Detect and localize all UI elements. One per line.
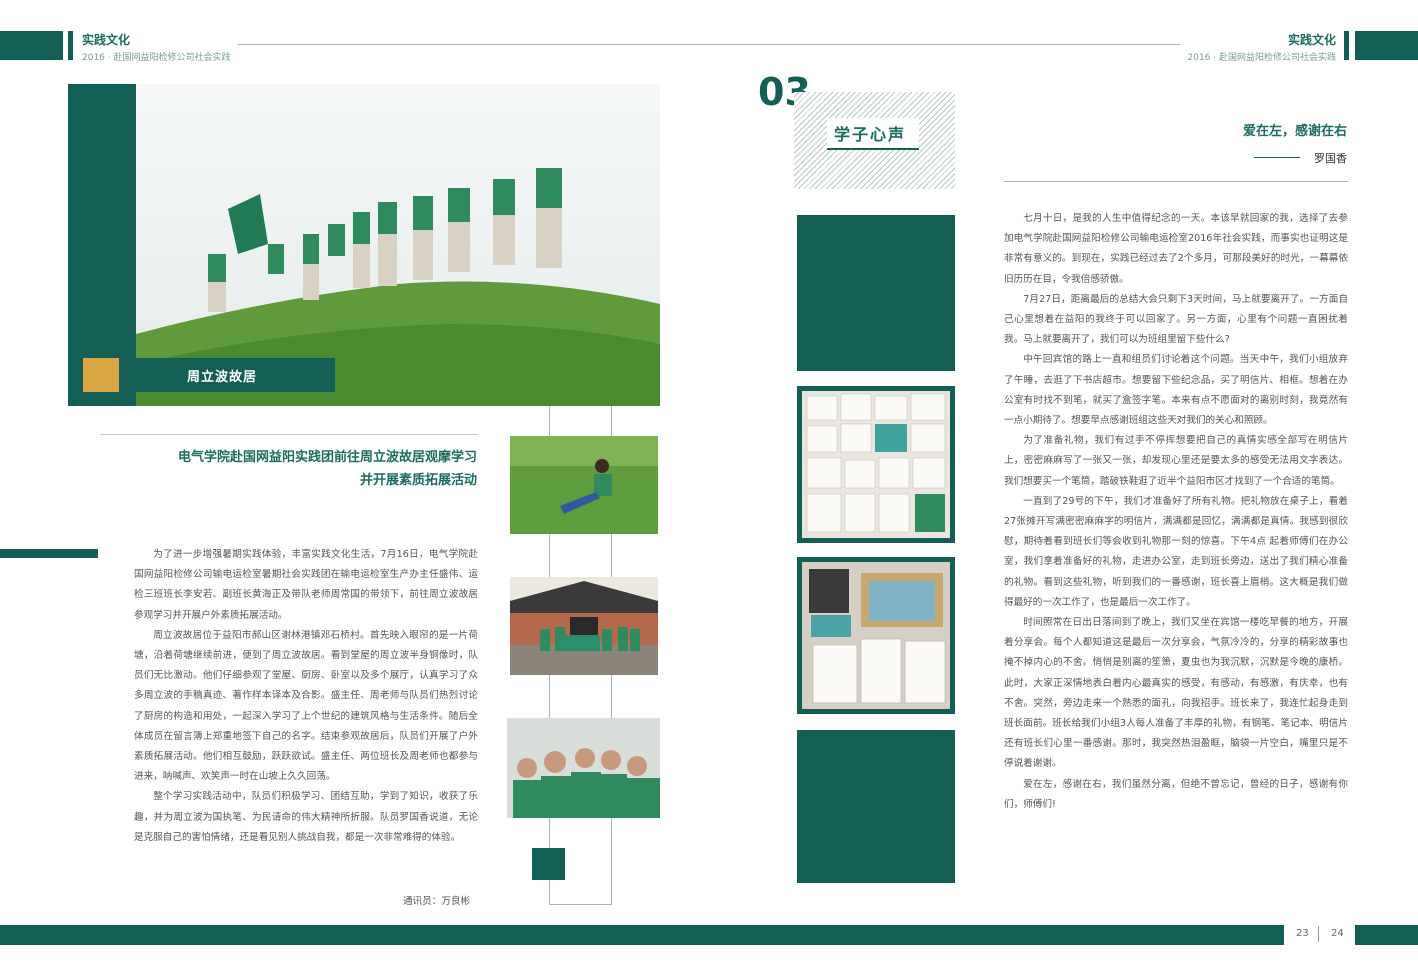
photo-gifts: [797, 557, 955, 714]
header-accent-left: [68, 31, 73, 60]
essay-rule: [1004, 181, 1348, 182]
page-number-right: 24: [1331, 928, 1344, 939]
essay-author: 罗国香: [1314, 152, 1347, 165]
photo-caption: 周立波故居: [187, 370, 258, 385]
section-title-underline: [827, 148, 919, 150]
photo-group-house-illustration: [510, 577, 658, 675]
article-body: 为了进一步增强暑期实践体验，丰富实践文化生活，7月16日，电气学院赴国网益阳检修…: [134, 545, 478, 848]
essay-paragraph: 爱在左，感谢在右，我们虽然分离，但绝不曾忘记，曾经的日子，感谢有你们，师傅们!: [1004, 778, 1348, 810]
essay-body: 七月十日，是我的人生中值得纪念的一天。本该早就回家的我，选择了去参加电气学院赴国…: [1004, 209, 1348, 815]
caption-gold-square: [83, 358, 119, 392]
header-subtitle-left: 2016 · 赴国网益阳检修公司社会实践: [82, 53, 231, 63]
essay-paragraph: 中午回宾馆的路上一直和组员们讨论着这个问题。当天中午，我们小组放弃了午睡，去逛了…: [1004, 354, 1348, 427]
article-title-line1: 电气学院赴国网益阳实践团前往周立波故居观摩学习: [177, 450, 477, 465]
green-block-top: [797, 215, 955, 371]
section-title: 学子心声: [834, 125, 907, 144]
article-paragraph: 为了进一步增强暑期实践体验，丰富实践文化生活，7月16日，电气学院赴国网益阳检修…: [134, 549, 478, 621]
article-paragraph: 周立波故居位于益阳市郝山区谢林港镇邓石桥村。首先映入眼帘的是一片荷塘，沿着荷塘继…: [134, 629, 478, 783]
photo-gifts-illustration: [797, 557, 955, 714]
header-accent-right: [1344, 31, 1349, 60]
connector-line: [549, 904, 612, 905]
header-title-right: 实践文化: [1287, 33, 1336, 47]
footer-bar-left: [0, 925, 1284, 945]
photo-postcards-illustration: [797, 386, 955, 543]
photo-group-selfie-illustration: [507, 718, 660, 818]
left-side-bar: [0, 549, 98, 558]
essay-paragraph: 一直到了29号的下午，我们才准备好了所有礼物。把礼物放在桌子上，看着27张摊开写…: [1004, 495, 1348, 608]
photo-girl-grass-illustration: [510, 436, 658, 534]
photo-group-selfie: [507, 718, 660, 818]
page-number-divider: [1318, 926, 1319, 942]
essay-paragraph: 时间照常在日出日落间到了晚上，我们又坐在宾馆一楼吃早餐的地方，开展着分享会。每个…: [1004, 617, 1348, 770]
title-rule: [100, 434, 478, 435]
header-bar-left: [0, 31, 63, 60]
footer-bar-right: [1355, 925, 1418, 945]
essay-paragraph: 7月27日，距离最后的总结大会只剩下3天时间，马上就要离开了。一方面自己心里想着…: [1004, 293, 1348, 346]
essay-paragraph: 为了准备礼物，我们有过手不停挥想要把自己的真情实感全部写在明信片上，密密麻麻写了…: [1004, 435, 1348, 487]
article-author: 通讯员：万良彬: [403, 896, 471, 907]
photo-postcards: [797, 386, 955, 543]
essay-author-rule: [1254, 157, 1300, 158]
article-paragraph: 整个学习实践活动中，队员们积极学习、团结互助，学到了知识，收获了乐趣，并为周立波…: [134, 791, 478, 843]
photo-group-house: [510, 577, 658, 675]
article-title-line2: 并开展素质拓展活动: [359, 473, 477, 488]
header-title-left: 实践文化: [82, 33, 131, 47]
green-block-bottom: [797, 730, 955, 883]
small-green-square: [532, 848, 565, 880]
header-bar-right: [1355, 31, 1418, 60]
photo-girl-grass: [510, 436, 658, 534]
essay-title: 爱在左，感谢在右: [1242, 124, 1347, 139]
header-rule: [238, 44, 1180, 45]
header-subtitle-right: 2016 · 赴国网益阳检修公司社会实践: [1187, 53, 1337, 63]
essay-paragraph: 七月十日，是我的人生中值得纪念的一天。本该早就回家的我，选择了去参加电气学院赴国…: [1004, 213, 1348, 285]
page-number-left: 23: [1296, 928, 1309, 939]
